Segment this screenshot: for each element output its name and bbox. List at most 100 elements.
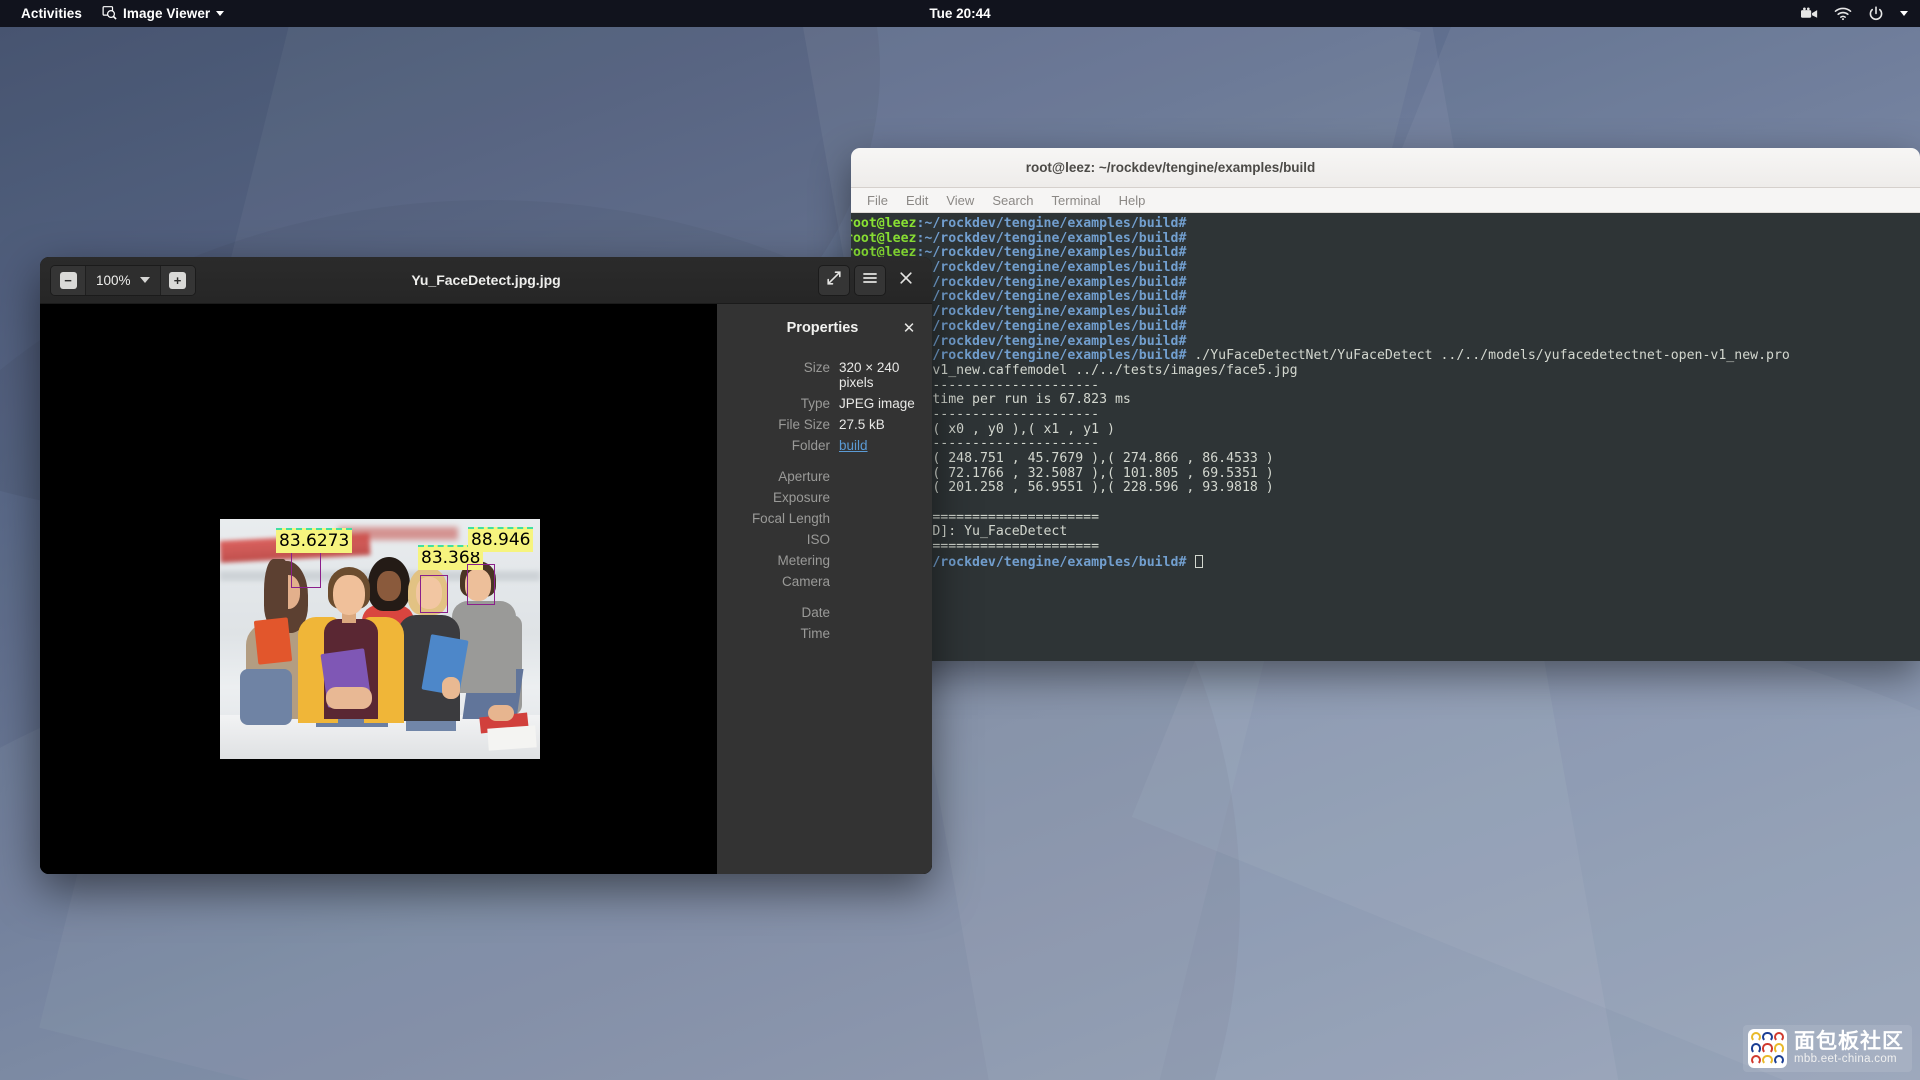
terminal-line: root@leez:~/rockdev/tengine/examples/bui…: [851, 555, 1920, 570]
face-bounding-box: [467, 564, 495, 605]
property-row: Aperture: [727, 469, 918, 484]
terminal-line: --------------------------------: [851, 437, 1920, 452]
system-status-area[interactable]: [1801, 0, 1908, 27]
zoom-in-icon: +: [169, 272, 186, 289]
clock[interactable]: Tue 20:44: [0, 0, 1920, 27]
activities-button[interactable]: Activities: [13, 3, 90, 24]
terminal-line: ================================: [851, 511, 1920, 526]
terminal-prompt-path: :~/rockdev/tengine/examples/build#: [916, 334, 1186, 349]
property-key: Size: [727, 360, 839, 390]
property-key: Camera: [727, 574, 839, 589]
viewer-headerbar[interactable]: − 100% + Yu_FaceDetect.jpg.jpg: [40, 257, 932, 304]
fullscreen-button[interactable]: [818, 265, 850, 296]
main-menu-button[interactable]: [854, 265, 886, 296]
terminal-prompt-path: :~/rockdev/tengine/examples/build#: [916, 216, 1186, 231]
app-menu-button[interactable]: Image Viewer: [94, 2, 232, 26]
photo-person: [377, 571, 401, 601]
property-key: Type: [727, 396, 839, 411]
terminal-prompt-user: root@leez: [851, 216, 916, 231]
photo-person: [240, 669, 292, 725]
terminal-output[interactable]: root@leez:~/rockdev/tengine/examples/bui…: [851, 213, 1920, 661]
chevron-down-icon[interactable]: [1900, 11, 1908, 16]
properties-rows: Size320 × 240 pixels TypeJPEG image File S…: [727, 360, 918, 641]
menu-edit[interactable]: Edit: [898, 191, 936, 210]
terminal-line: root@leez:~/rockdev/tengine/examples/bui…: [851, 335, 1920, 350]
desktop: Activities Image Viewer Tue 20:44: [0, 0, 1920, 1080]
activities-label: Activities: [21, 6, 82, 21]
property-row: Folderbuild: [727, 438, 918, 453]
terminal-line: root@leez:~/rockdev/tengine/examples/bui…: [851, 349, 1920, 364]
property-row: File Size27.5 kB: [727, 417, 918, 432]
photo-object: [487, 725, 536, 750]
terminal-window[interactable]: root@leez: ~/rockdev/tengine/examples/bu…: [851, 148, 1920, 661]
terminal-prompt-path: :~/rockdev/tengine/examples/build#: [916, 245, 1186, 260]
menu-file[interactable]: File: [859, 191, 896, 210]
property-row: Size320 × 240 pixels: [727, 360, 918, 390]
property-key: File Size: [727, 417, 839, 432]
property-key: Metering: [727, 553, 839, 568]
terminal-line: ces : 3: [851, 496, 1920, 511]
zoom-in-button[interactable]: +: [161, 266, 195, 295]
zoom-out-button[interactable]: −: [51, 266, 85, 295]
watermark-text: 面包板社区 mbb.eet-china.com: [1794, 1031, 1904, 1065]
terminal-titlebar[interactable]: root@leez: ~/rockdev/tengine/examples/bu…: [851, 148, 1920, 188]
wifi-icon: [1834, 7, 1852, 21]
zoom-controls[interactable]: − 100% +: [50, 265, 196, 296]
terminal-line: root@leez:~/rockdev/tengine/examples/bui…: [851, 246, 1920, 261]
properties-header: Properties ✕: [727, 318, 918, 338]
terminal-scrollbar[interactable]: [1915, 213, 1920, 661]
menu-view[interactable]: View: [938, 191, 982, 210]
property-key: Folder: [727, 438, 839, 453]
gnome-top-bar: Activities Image Viewer Tue 20:44: [0, 0, 1920, 27]
terminal-title: root@leez: ~/rockdev/tengine/examples/bu…: [851, 160, 1920, 175]
logo-dot: [1762, 1032, 1772, 1042]
face-bounding-box: [291, 551, 321, 588]
close-window-button[interactable]: [890, 265, 922, 296]
logo-dot: [1774, 1032, 1784, 1042]
terminal-line: --------------------------------: [851, 408, 1920, 423]
zoom-level-label: 100%: [96, 273, 131, 288]
terminal-line: root@leez:~/rockdev/tengine/examples/bui…: [851, 305, 1920, 320]
watermark-url: mbb.eet-china.com: [1794, 1053, 1904, 1065]
terminal-prompt-path: :~/rockdev/tengine/examples/build#: [916, 348, 1186, 363]
watermark-name: 面包板社区: [1794, 1031, 1904, 1053]
image-viewer-icon: [102, 5, 117, 23]
zoom-level-dropdown[interactable]: 100%: [85, 266, 161, 295]
photo-person: [326, 687, 372, 709]
logo-dot: [1751, 1055, 1761, 1065]
property-key: ISO: [727, 532, 839, 547]
image-viewer-window[interactable]: − 100% + Yu_FaceDetect.jpg.jpg: [40, 257, 932, 874]
property-key: Exposure: [727, 490, 839, 505]
terminal-prompt-path: :~/rockdev/tengine/examples/build#: [916, 555, 1186, 570]
viewer-body: 83.627383.36888.946 Properties ✕ Size320…: [40, 304, 932, 874]
close-icon: [899, 271, 913, 290]
terminal-line: root@leez:~/rockdev/tengine/examples/bui…: [851, 217, 1920, 232]
property-key: Aperture: [727, 469, 839, 484]
terminal-prompt-path: :~/rockdev/tengine/examples/build#: [916, 319, 1186, 334]
photo-person: [442, 677, 460, 699]
screencast-icon: [1801, 7, 1818, 20]
property-row: TypeJPEG image: [727, 396, 918, 411]
displayed-image[interactable]: 83.627383.36888.946: [220, 519, 540, 759]
properties-panel[interactable]: Properties ✕ Size320 × 240 pixels TypeJPE…: [717, 304, 932, 874]
menu-help[interactable]: Help: [1111, 191, 1154, 210]
property-value[interactable]: build: [839, 438, 868, 453]
viewer-header-actions[interactable]: [818, 265, 922, 296]
menu-search[interactable]: Search: [984, 191, 1041, 210]
photo-person: [488, 705, 514, 721]
chevron-down-icon: [216, 11, 224, 16]
terminal-prompt-user: root@leez: [851, 231, 916, 246]
terminal-line: IMAGE SAVED]: Yu_FaceDetect: [851, 525, 1920, 540]
logo-dot: [1762, 1055, 1772, 1065]
terminal-line: root@leez:~/rockdev/tengine/examples/bui…: [851, 261, 1920, 276]
hamburger-menu-icon: [862, 271, 878, 290]
terminal-line: root@leez:~/rockdev/tengine/examples/bui…: [851, 290, 1920, 305]
terminal-line: prob% BOX:( x0 , y0 ),( x1 , y1 ): [851, 423, 1920, 438]
face-confidence-label: 88.946: [468, 527, 533, 552]
menu-terminal[interactable]: Terminal: [1044, 191, 1109, 210]
terminal-menubar[interactable]: File Edit View Search Terminal Help: [851, 188, 1920, 213]
image-canvas[interactable]: 83.627383.36888.946: [40, 304, 717, 874]
close-properties-button[interactable]: ✕: [900, 321, 918, 336]
terminal-line: 3% BOX:( 201.258 , 56.9551 ),( 228.596 ,…: [851, 481, 1920, 496]
clock-label: Tue 20:44: [929, 6, 990, 21]
